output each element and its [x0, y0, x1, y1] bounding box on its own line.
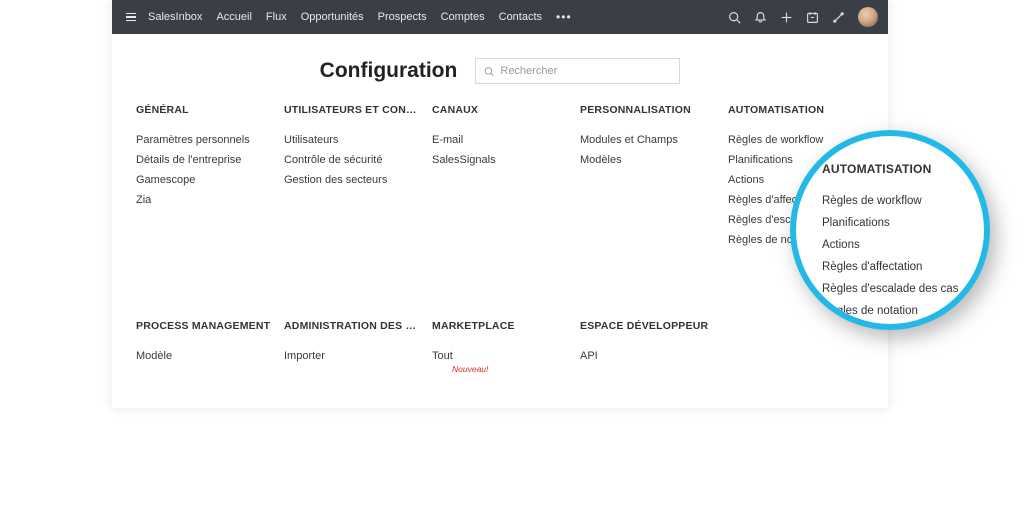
settings-grid-row1: GÉNÉRAL Paramètres personnels Détails de…: [112, 104, 888, 250]
nav-item-contacts[interactable]: Contacts: [499, 11, 542, 23]
zoom-highlight: AUTOMATISATION Règles de workflow Planif…: [790, 130, 1000, 340]
section-marketplace: MARKETPLACE Tout Nouveau!: [432, 320, 568, 374]
bubble-title: AUTOMATISATION: [822, 162, 964, 176]
top-navbar: SalesInbox Accueil Flux Opportunités Pro…: [112, 0, 888, 34]
settings-link[interactable]: Modules et Champs: [580, 130, 716, 150]
app-window: SalesInbox Accueil Flux Opportunités Pro…: [112, 0, 888, 408]
section-title: UTILISATEURS ET CONTR…: [284, 104, 420, 116]
settings-link[interactable]: Contrôle de sécurité: [284, 150, 420, 170]
section-users: UTILISATEURS ET CONTR… Utilisateurs Cont…: [284, 104, 420, 250]
settings-grid-row2: PROCESS MANAGEMENT Modèle ADMINISTRATION…: [112, 320, 888, 374]
section-title: PERSONNALISATION: [580, 104, 716, 116]
section-title: GÉNÉRAL: [136, 104, 272, 116]
nav-more-icon[interactable]: •••: [556, 10, 572, 24]
search-icon[interactable]: [728, 11, 741, 24]
settings-link[interactable]: Paramètres personnels: [136, 130, 272, 150]
calendar-icon[interactable]: [806, 11, 819, 24]
section-title: MARKETPLACE: [432, 320, 568, 332]
section-customization: PERSONNALISATION Modules et Champs Modèl…: [580, 104, 716, 250]
tools-icon[interactable]: [832, 11, 845, 24]
section-developer: ESPACE DÉVELOPPEUR API: [580, 320, 716, 374]
settings-link[interactable]: Gestion des secteurs: [284, 170, 420, 190]
settings-link[interactable]: Gamescope: [136, 170, 272, 190]
section-channels: CANAUX E-mail SalesSignals: [432, 104, 568, 250]
section-title: CANAUX: [432, 104, 568, 116]
page-title: Configuration: [320, 59, 458, 83]
section-data-admin: ADMINISTRATION DES DO… Importer: [284, 320, 420, 374]
bell-icon[interactable]: [754, 11, 767, 24]
nav-brand[interactable]: SalesInbox: [148, 11, 202, 23]
section-general: GÉNÉRAL Paramètres personnels Détails de…: [136, 104, 272, 250]
settings-link[interactable]: Tout: [432, 346, 568, 366]
page-header: Configuration: [112, 34, 888, 104]
bubble-link[interactable]: Règles d'affectation: [822, 256, 964, 278]
settings-link[interactable]: API: [580, 346, 716, 366]
avatar[interactable]: [858, 7, 878, 27]
bubble-link[interactable]: Actions: [822, 234, 964, 256]
bubble-link[interactable]: Planifications: [822, 212, 964, 234]
section-title: PROCESS MANAGEMENT: [136, 320, 272, 332]
zoom-bubble: AUTOMATISATION Règles de workflow Planif…: [790, 130, 990, 330]
menu-icon[interactable]: [122, 9, 140, 26]
topbar-right: [728, 7, 878, 27]
settings-link[interactable]: SalesSignals: [432, 150, 568, 170]
section-title: ESPACE DÉVELOPPEUR: [580, 320, 716, 332]
new-badge: Nouveau!: [452, 364, 568, 374]
search-box[interactable]: [475, 58, 680, 84]
settings-link[interactable]: Utilisateurs: [284, 130, 420, 150]
search-input[interactable]: [500, 65, 671, 77]
settings-link[interactable]: Modèles: [580, 150, 716, 170]
section-title: AUTOMATISATION: [728, 104, 864, 116]
nav-item-opportunites[interactable]: Opportunités: [301, 11, 364, 23]
nav-items: SalesInbox Accueil Flux Opportunités Pro…: [148, 10, 572, 24]
section-title: ADMINISTRATION DES DO…: [284, 320, 420, 332]
bubble-link[interactable]: Règles de workflow: [822, 190, 964, 212]
settings-link[interactable]: Zia: [136, 190, 272, 210]
nav-item-prospects[interactable]: Prospects: [378, 11, 427, 23]
settings-link[interactable]: Modèle: [136, 346, 272, 366]
section-process-management: PROCESS MANAGEMENT Modèle: [136, 320, 272, 374]
nav-item-flux[interactable]: Flux: [266, 11, 287, 23]
bubble-link[interactable]: Règles d'escalade des cas: [822, 278, 964, 300]
settings-link[interactable]: Importer: [284, 346, 420, 366]
nav-item-comptes[interactable]: Comptes: [441, 11, 485, 23]
settings-link[interactable]: E-mail: [432, 130, 568, 150]
nav-item-accueil[interactable]: Accueil: [216, 11, 251, 23]
settings-link[interactable]: Détails de l'entreprise: [136, 150, 272, 170]
search-input-icon: [484, 66, 494, 77]
bubble-link[interactable]: Règles de notation: [822, 300, 964, 322]
plus-icon[interactable]: [780, 11, 793, 24]
